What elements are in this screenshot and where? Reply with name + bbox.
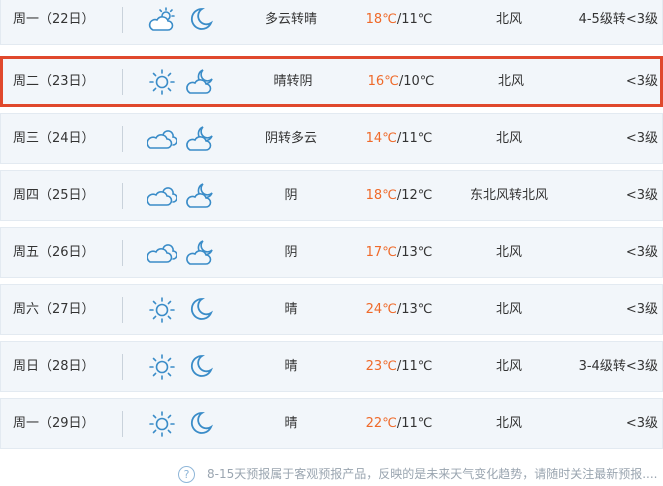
temp-low: /13℃: [396, 245, 433, 260]
sun-icon: [147, 68, 177, 96]
temp-high: 18℃: [365, 188, 397, 203]
day-label: 周一（29日）: [13, 416, 95, 431]
divider: [122, 126, 123, 152]
forecast-row-selected[interactable]: 周二（23日） 晴转阴 16℃/10℃ 北风 <3级: [0, 56, 663, 107]
temp-low: /11℃: [396, 12, 433, 27]
divider: [122, 7, 123, 33]
weather-condition: 晴: [284, 359, 298, 374]
wind-direction: 北风: [497, 74, 524, 89]
temp-low: /12℃: [396, 188, 433, 203]
weather-condition: 晴: [284, 302, 298, 317]
wind-level: <3级: [625, 245, 658, 260]
weather-condition: 阴: [284, 245, 298, 260]
wind-direction: 东北风转北风: [469, 188, 548, 203]
sun-icon: [147, 353, 177, 381]
weather-condition: 多云转晴: [264, 12, 317, 27]
temp-high: 23℃: [365, 359, 397, 374]
cloud-icon: [147, 182, 177, 210]
day-label: 周五（26日）: [13, 245, 95, 260]
temperature: 24℃/13℃: [349, 285, 449, 334]
temp-high: 16℃: [367, 74, 399, 89]
cloud-moon-icon: [185, 125, 215, 153]
forecast-row[interactable]: 周一（29日） 晴 22℃/11℃ 北风 <3级: [0, 398, 663, 449]
weather-condition: 晴转阴: [273, 74, 313, 89]
cloud-icon: [147, 125, 177, 153]
wind-level: <3级: [625, 188, 658, 203]
wind-level: <3级: [625, 416, 658, 431]
temperature: 16℃/10℃: [351, 59, 451, 104]
moon-icon: [185, 353, 215, 381]
moon-icon: [185, 6, 215, 34]
temperature: 17℃/13℃: [349, 228, 449, 277]
wind-level: <3级: [625, 131, 658, 146]
temp-low: /10℃: [398, 74, 435, 89]
forecast-row[interactable]: 周四（25日） 阴 18℃/12℃ 东北风转北风 <3级: [0, 170, 663, 221]
wind-level: <3级: [625, 302, 658, 317]
day-label: 周二（23日）: [13, 74, 95, 89]
temperature: 23℃/11℃: [349, 342, 449, 391]
temperature: 18℃/11℃: [349, 0, 449, 44]
temperature: 14℃/11℃: [349, 114, 449, 163]
wind-direction: 北风: [495, 12, 522, 27]
divider: [122, 411, 123, 437]
weather-condition: 晴: [284, 416, 298, 431]
sun-icon: [147, 296, 177, 324]
divider: [122, 183, 123, 209]
cloud-moon-icon: [185, 239, 215, 267]
day-label: 周日（28日）: [13, 359, 95, 374]
wind-direction: 北风: [495, 131, 522, 146]
forecast-row[interactable]: 周三（24日） 阴转多云 14℃/11℃ 北风 <3级: [0, 113, 663, 164]
forecast-row[interactable]: 周一（22日） 多云转晴 18℃/11℃ 北风 4-5级转<3级: [0, 0, 663, 45]
temp-low: /11℃: [396, 131, 433, 146]
cloud-icon: [147, 239, 177, 267]
forecast-row[interactable]: 周五（26日） 阴 17℃/13℃ 北风 <3级: [0, 227, 663, 278]
temp-high: 17℃: [365, 245, 397, 260]
question-icon[interactable]: ?: [178, 466, 195, 483]
temp-high: 14℃: [365, 131, 397, 146]
divider: [122, 69, 123, 95]
wind-level: 3-4级转<3级: [578, 359, 658, 374]
wind-direction: 北风: [495, 302, 522, 317]
forecast-row[interactable]: 周日（28日） 晴 23℃/11℃ 北风 3-4级转<3级: [0, 341, 663, 392]
weather-condition: 阴转多云: [264, 131, 317, 146]
cloud-moon-icon: [185, 68, 215, 96]
wind-direction: 北风: [495, 245, 522, 260]
cloud-moon-icon: [185, 182, 215, 210]
wind-level: <3级: [625, 74, 658, 89]
divider: [122, 240, 123, 266]
divider: [122, 297, 123, 323]
temp-high: 24℃: [365, 302, 397, 317]
temp-high: 18℃: [365, 12, 397, 27]
forecast-footer: ? 8-15天预报属于客观预报产品，反映的是未来天气变化趋势，请随时关注最新预报…: [0, 462, 663, 486]
sun-icon: [147, 410, 177, 438]
forecast-row[interactable]: 周六（27日） 晴 24℃/13℃ 北风 <3级: [0, 284, 663, 335]
partly-cloudy-sun-icon: [147, 6, 177, 34]
temperature: 18℃/12℃: [349, 171, 449, 220]
moon-icon: [185, 410, 215, 438]
wind-level: 4-5级转<3级: [578, 12, 658, 27]
wind-direction: 北风: [495, 416, 522, 431]
wind-direction: 北风: [495, 359, 522, 374]
weather-condition: 阴: [284, 188, 298, 203]
day-label: 周一（22日）: [13, 12, 95, 27]
temperature: 22℃/11℃: [349, 399, 449, 448]
temp-low: /13℃: [396, 302, 433, 317]
temp-high: 22℃: [365, 416, 397, 431]
divider: [122, 354, 123, 380]
forecast-disclaimer: 8-15天预报属于客观预报产品，反映的是未来天气变化趋势，请随时关注最新预报..…: [207, 467, 658, 481]
day-label: 周三（24日）: [13, 131, 95, 146]
temp-low: /11℃: [396, 359, 433, 374]
moon-icon: [185, 296, 215, 324]
day-label: 周四（25日）: [13, 188, 95, 203]
day-label: 周六（27日）: [13, 302, 95, 317]
temp-low: /11℃: [396, 416, 433, 431]
